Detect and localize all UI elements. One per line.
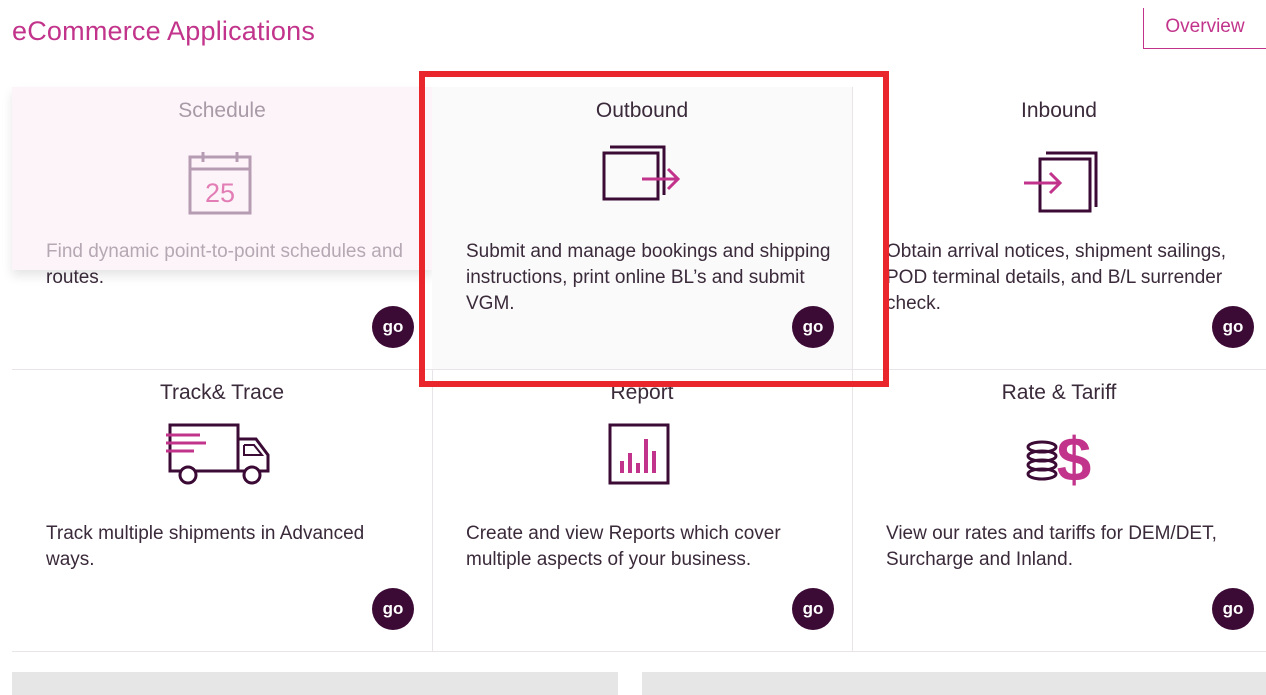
- tile-description-faded: Find dynamic point-to-point schedules an…: [46, 241, 403, 262]
- tile-title: Inbound: [1021, 99, 1097, 122]
- tile-rate-tariff[interactable]: Rate & Tariff $ View our rates and tarif…: [852, 369, 1266, 651]
- bottom-panel-right: [642, 672, 1266, 695]
- tile-title: Rate & Tariff: [1001, 381, 1117, 404]
- truck-icon: [166, 423, 270, 485]
- tile-description: Create and view Reports which cover mult…: [466, 523, 781, 570]
- inbound-icon: [1024, 151, 1098, 213]
- tile-description: Obtain arrival notices, shipment sailing…: [886, 241, 1227, 314]
- go-button[interactable]: go: [792, 588, 834, 630]
- schedule-hover-card[interactable]: Schedule 25 Find dynamic point-to-point …: [12, 87, 432, 270]
- calendar-day: 25: [205, 178, 235, 208]
- tile-description: View our rates and tariffs for DEM/DET, …: [886, 523, 1217, 570]
- grid-divider: [12, 651, 1266, 652]
- page-title: eCommerce Applications: [12, 16, 316, 46]
- bar-chart-icon: [608, 423, 670, 485]
- overview-button[interactable]: Overview: [1143, 8, 1266, 49]
- tile-track-trace[interactable]: Track& Trace Track multiple shipments in…: [12, 369, 432, 651]
- tile-inbound[interactable]: Inbound Obtain arrival notices, shipment…: [852, 87, 1266, 369]
- tile-title: Schedule: [178, 99, 266, 122]
- go-button[interactable]: go: [1212, 306, 1254, 348]
- calendar-icon: 25: [188, 152, 252, 215]
- tile-report[interactable]: Report Create and view Reports which cov…: [432, 369, 852, 651]
- dollar-coins-icon: $: [1026, 426, 1091, 493]
- bottom-panel-left: [12, 672, 618, 695]
- highlight-box: [419, 71, 889, 387]
- tile-title: Track& Trace: [159, 381, 285, 404]
- go-button[interactable]: go: [372, 306, 414, 348]
- svg-text:$: $: [1057, 426, 1091, 493]
- go-button[interactable]: go: [1212, 588, 1254, 630]
- tile-description: Track multiple shipments in Advanced way…: [46, 523, 365, 570]
- go-button[interactable]: go: [372, 588, 414, 630]
